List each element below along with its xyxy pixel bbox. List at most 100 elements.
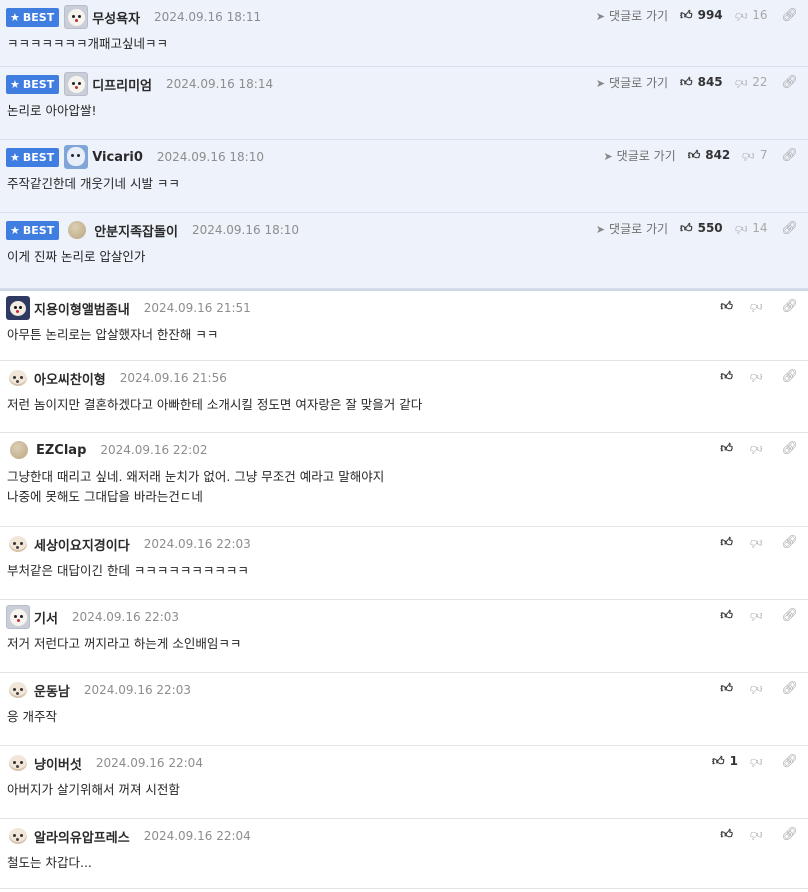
author-name[interactable]: 지용이형앨범좀내 bbox=[34, 299, 130, 318]
like-button[interactable]: 👍︎ 845 bbox=[680, 75, 723, 90]
dislike-button[interactable]: 👍︎ bbox=[750, 608, 768, 623]
link-icon[interactable]: 🔗︎ bbox=[781, 754, 798, 769]
comment-date: 2024.09.16 22:02 bbox=[100, 443, 208, 457]
comment-text: 나중에 못해도 그대답을 바라는건ㄷ네 bbox=[7, 489, 203, 504]
comment-body: 이게 진짜 논리로 압살인가 bbox=[0, 247, 808, 277]
dislike-button[interactable]: 👍︎ bbox=[750, 827, 768, 842]
link-icon[interactable]: 🔗︎ bbox=[781, 827, 798, 842]
go-to-comment-label: 댓글로 가기 bbox=[609, 8, 669, 23]
link-icon[interactable]: 🔗︎ bbox=[781, 221, 798, 236]
link-icon[interactable]: 🔗︎ bbox=[781, 441, 798, 456]
author-name[interactable]: 운동남 bbox=[34, 681, 70, 700]
dog-avatar[interactable] bbox=[6, 532, 30, 556]
dislike-count: 22 bbox=[752, 75, 768, 89]
white-dog-avatar[interactable] bbox=[6, 605, 30, 629]
comment-actions: 👍︎ 👍︎ 🔗︎ bbox=[720, 527, 798, 557]
dislike-count: 16 bbox=[752, 8, 768, 22]
like-button[interactable]: 👍︎ bbox=[720, 827, 738, 842]
like-button[interactable]: 👍︎ bbox=[720, 608, 738, 623]
comment-text: 철도는 차갑다... bbox=[7, 855, 92, 870]
comment-body: 아버지가 살기위해서 꺼져 시전함 bbox=[0, 780, 808, 810]
dark-avatar[interactable] bbox=[6, 296, 30, 320]
like-button[interactable]: 👍︎ 550 bbox=[680, 221, 723, 236]
author-name[interactable]: 디프리미엄 bbox=[92, 75, 152, 94]
thumbs-up-icon: 👍︎ bbox=[720, 440, 733, 455]
comment-actions: 👍︎ 👍︎ 🔗︎ bbox=[720, 433, 798, 463]
author-name[interactable]: Vicari0 bbox=[92, 150, 143, 165]
thumbs-up-icon: 👍︎ bbox=[720, 368, 733, 383]
dog-avatar[interactable] bbox=[6, 366, 30, 390]
white-dog-avatar[interactable] bbox=[64, 5, 89, 29]
dislike-button[interactable]: 👍︎ bbox=[750, 754, 768, 769]
author-name[interactable]: 알라의유압프레스 bbox=[34, 827, 130, 846]
like-button[interactable]: 👍︎ bbox=[720, 681, 738, 696]
like-count: 1 bbox=[729, 754, 738, 768]
author-name[interactable]: 무성욕자 bbox=[92, 8, 140, 27]
like-button[interactable]: 👍︎ 842 bbox=[688, 148, 731, 163]
thumbs-up-icon: 👍︎ bbox=[720, 826, 733, 841]
like-count: 994 bbox=[697, 8, 723, 22]
go-to-comment-link[interactable]: ➤ 댓글로 가기 bbox=[596, 7, 668, 24]
dislike-button[interactable]: 👍︎ bbox=[750, 535, 768, 550]
comment-body: 논리로 아아압쌀! bbox=[0, 101, 808, 131]
comment: 냥이버섯 2024.09.16 22:04 👍︎ 1 👍︎ 🔗︎ 아버지가 살기위해서 꺼져… bbox=[0, 746, 808, 819]
dislike-button[interactable]: 👍︎ 22 bbox=[735, 75, 768, 90]
link-icon[interactable]: 🔗︎ bbox=[781, 8, 798, 23]
dislike-button[interactable]: 👍︎ 14 bbox=[735, 221, 768, 236]
link-icon[interactable]: 🔗︎ bbox=[781, 535, 798, 550]
white-blue-avatar[interactable] bbox=[64, 72, 89, 96]
author-name[interactable]: 안분지족잡돌이 bbox=[94, 221, 178, 240]
author-name[interactable]: 냥이버섯 bbox=[34, 754, 82, 773]
link-icon[interactable]: 🔗︎ bbox=[781, 299, 798, 314]
blue-avatar[interactable] bbox=[64, 145, 89, 169]
author-name[interactable]: 기서 bbox=[34, 608, 58, 627]
dislike-button[interactable]: 👍︎ bbox=[750, 369, 768, 384]
thumbs-up-icon: 👍︎ bbox=[720, 298, 733, 313]
comment-header: EZClap 2024.09.16 22:02 bbox=[0, 433, 808, 467]
star-icon: ★ bbox=[10, 77, 20, 91]
comment-date: 2024.09.16 22:04 bbox=[143, 829, 251, 843]
link-icon[interactable]: 🔗︎ bbox=[781, 148, 798, 163]
blob-avatar[interactable] bbox=[10, 441, 28, 459]
author-name[interactable]: 아오씨찬이형 bbox=[34, 369, 106, 388]
dog-avatar[interactable] bbox=[6, 678, 30, 702]
comment-actions: 👍︎ 👍︎ 🔗︎ bbox=[720, 291, 798, 321]
like-count: 842 bbox=[705, 148, 731, 162]
go-to-comment-link[interactable]: ➤ 댓글로 가기 bbox=[596, 74, 668, 91]
dog-avatar[interactable] bbox=[6, 824, 30, 848]
thumbs-up-icon: 👍︎ bbox=[680, 7, 693, 22]
go-to-comment-link[interactable]: ➤ 댓글로 가기 bbox=[596, 220, 668, 237]
link-icon[interactable]: 🔗︎ bbox=[781, 608, 798, 623]
blob-avatar[interactable] bbox=[68, 221, 87, 239]
best-comment: ★ BEST 안분지족잡돌이 2024.09.16 18:10 ➤ 댓글로 가기 👍︎ 550… bbox=[0, 213, 808, 289]
go-to-comment-link[interactable]: ➤ 댓글로 가기 bbox=[603, 147, 675, 164]
like-button[interactable]: 👍︎ bbox=[720, 299, 738, 314]
dislike-button[interactable]: 👍︎ bbox=[750, 441, 768, 456]
like-count: 845 bbox=[697, 75, 723, 89]
dislike-button[interactable]: 👍︎ bbox=[750, 681, 768, 696]
dislike-button[interactable]: 👍︎ 7 bbox=[742, 148, 767, 163]
like-button[interactable]: 👍︎ bbox=[720, 535, 738, 550]
best-badge: ★ BEST bbox=[6, 147, 60, 167]
comment-date: 2024.09.16 18:10 bbox=[191, 223, 300, 237]
author-name[interactable]: 세상이요지경이다 bbox=[34, 535, 130, 554]
comment-actions: 👍︎ 👍︎ 🔗︎ bbox=[720, 600, 798, 630]
like-button[interactable]: 👍︎ bbox=[720, 369, 738, 384]
thumbs-down-icon: 👍︎ bbox=[734, 221, 748, 236]
thumbs-down-icon: 👍︎ bbox=[734, 75, 748, 90]
author-name[interactable]: EZClap bbox=[36, 443, 86, 458]
link-icon[interactable]: 🔗︎ bbox=[781, 369, 798, 384]
comment-body: 저런 놈이지만 결혼하겠다고 아빠한테 소개시킬 정도면 여자랑은 잘 맞을거 … bbox=[0, 395, 808, 425]
thumbs-up-icon: 👍︎ bbox=[680, 74, 693, 89]
like-button[interactable]: 👍︎ bbox=[720, 441, 738, 456]
like-button[interactable]: 👍︎ 994 bbox=[680, 8, 723, 23]
dog-avatar[interactable] bbox=[6, 751, 30, 775]
link-icon[interactable]: 🔗︎ bbox=[781, 75, 798, 90]
like-button[interactable]: 👍︎ 1 bbox=[712, 754, 738, 769]
link-icon[interactable]: 🔗︎ bbox=[781, 681, 798, 696]
go-to-comment-label: 댓글로 가기 bbox=[616, 148, 676, 163]
dislike-button[interactable]: 👍︎ bbox=[750, 299, 768, 314]
best-comment: ★ BEST 무성욕자 2024.09.16 18:11 ➤ 댓글로 가기 👍︎ 994 👍︎ 1… bbox=[0, 0, 808, 67]
comment-date: 2024.09.16 21:56 bbox=[119, 371, 227, 385]
dislike-button[interactable]: 👍︎ 16 bbox=[735, 8, 768, 23]
